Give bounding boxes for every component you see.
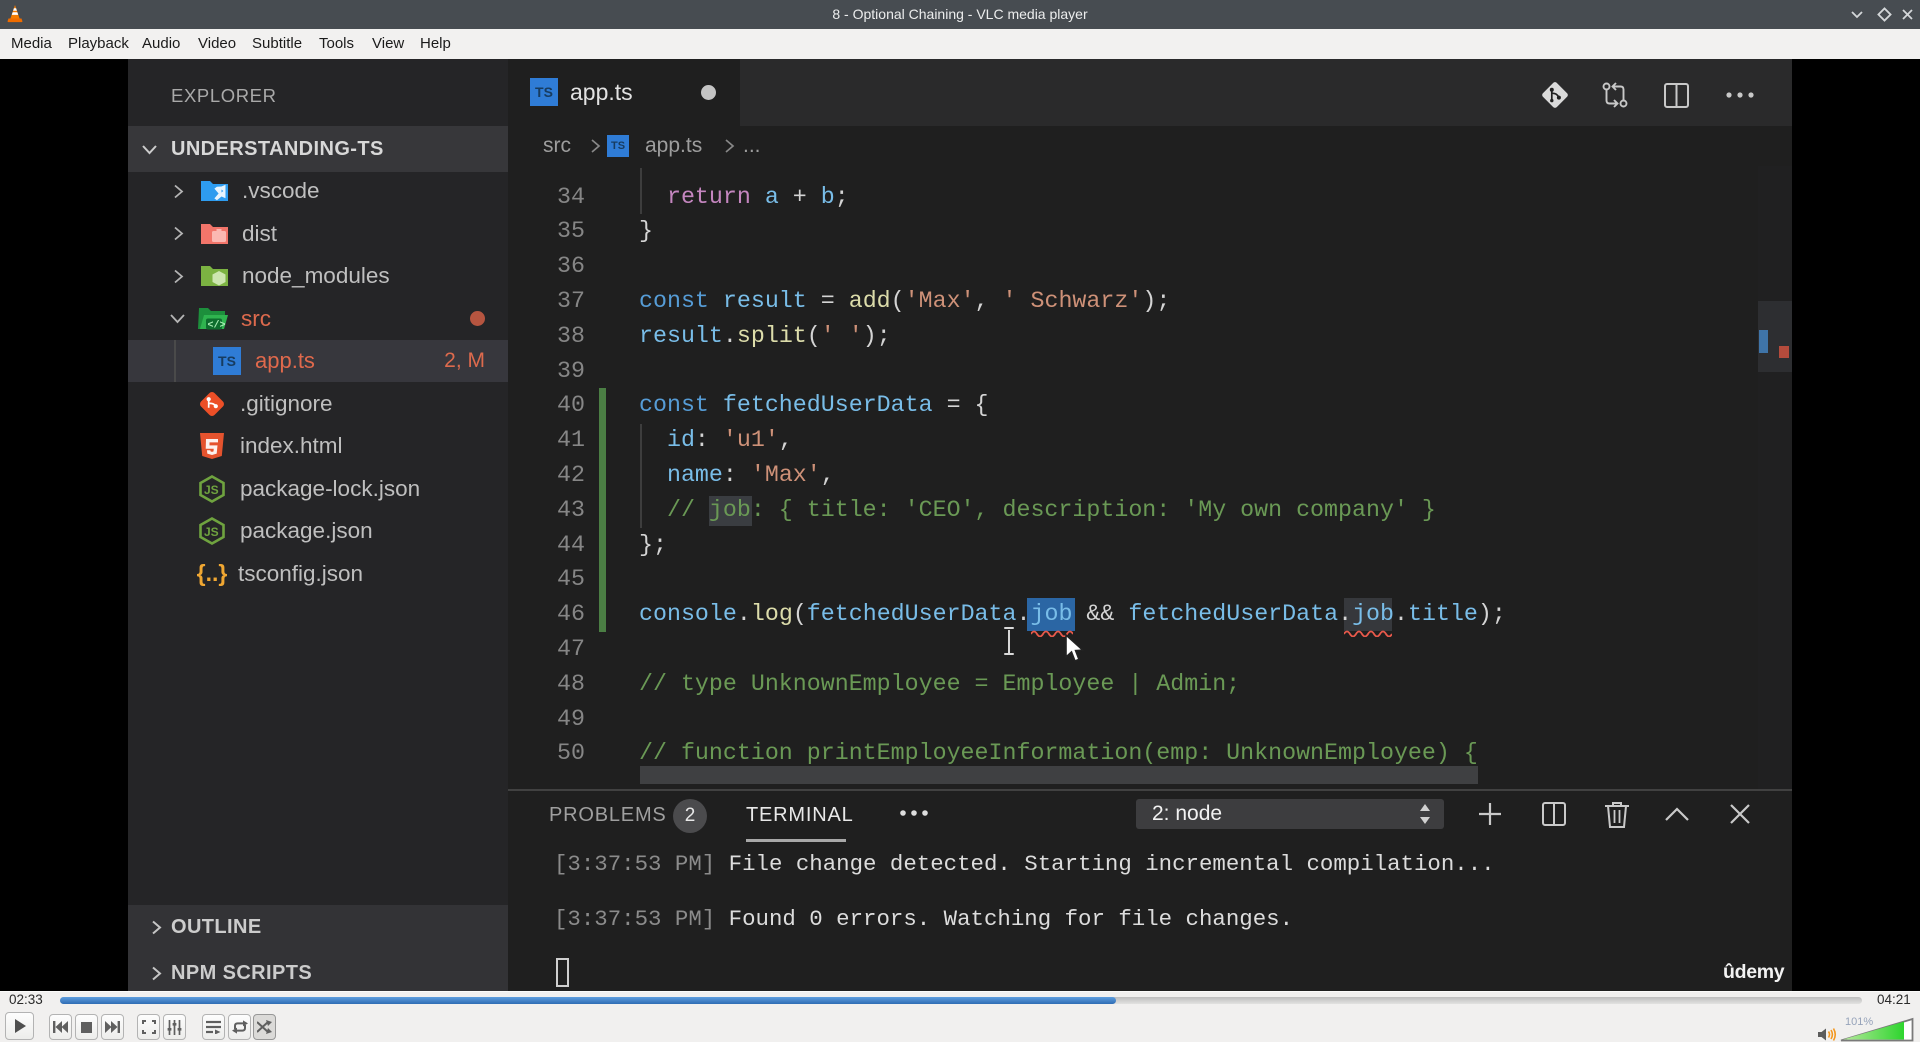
svg-text:JS: JS bbox=[204, 525, 219, 539]
svg-text:JS: JS bbox=[204, 483, 219, 497]
svg-text:</>: </> bbox=[208, 320, 226, 332]
